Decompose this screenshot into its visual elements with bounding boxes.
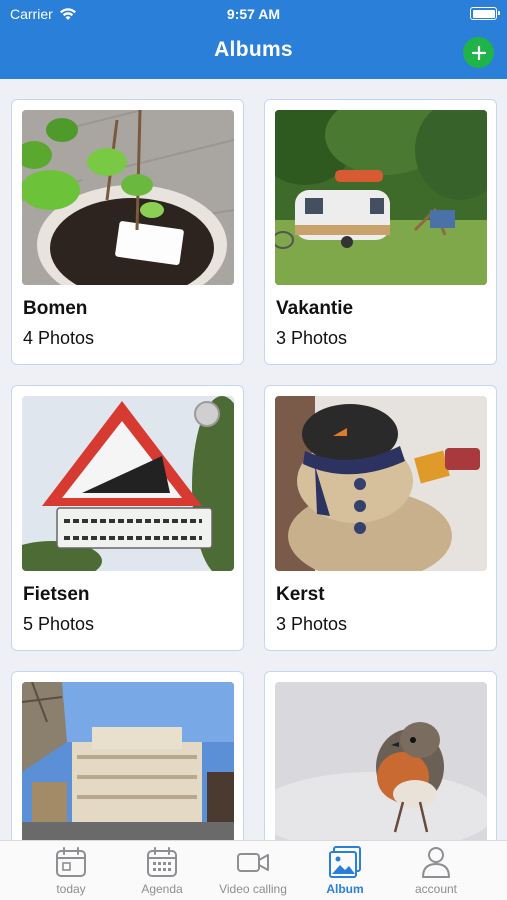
album-card[interactable]	[264, 671, 497, 840]
album-name: Fietsen	[23, 584, 90, 605]
tab-bar: today Agenda Video calling Album account	[0, 840, 507, 900]
album-card[interactable]: Kerst 3 Photos	[264, 385, 497, 651]
tab-label: Album	[326, 882, 364, 896]
tab-label: account	[414, 882, 458, 896]
battery-icon	[470, 7, 500, 20]
album-thumbnail	[275, 110, 487, 285]
album-thumbnail	[275, 682, 487, 840]
page-title: Albums	[214, 38, 293, 61]
album-grid: Bomen 4 Photos Vakantie 3 Photos Fietsen…	[0, 79, 507, 840]
album-photo-count: 3 Photos	[276, 328, 348, 348]
tab-label: Video calling	[219, 882, 287, 896]
album-thumbnail	[22, 682, 234, 840]
status-time: 9:57 AM	[226, 6, 281, 22]
tab-video-calling[interactable]: Video calling	[213, 845, 293, 899]
album-card[interactable]: Bomen 4 Photos	[11, 99, 244, 365]
video-camera-icon	[237, 853, 269, 872]
calendar-day-icon	[56, 847, 86, 877]
tab-label: Agenda	[141, 882, 183, 896]
tab-label: today	[56, 882, 86, 896]
app-header: Carrier 9:57 AM Albums	[0, 0, 507, 79]
status-bar: Carrier 9:57 AM	[0, 0, 507, 28]
album-card[interactable]: Fietsen 5 Photos	[11, 385, 244, 651]
tab-today[interactable]: today	[31, 845, 111, 899]
album-name: Bomen	[23, 298, 88, 319]
photo-album-icon	[329, 846, 361, 878]
album-photo-count: 4 Photos	[23, 328, 95, 348]
album-thumbnail	[22, 110, 234, 285]
tab-album[interactable]: Album	[305, 845, 385, 899]
album-name: Vakantie	[276, 298, 354, 319]
plus-icon	[471, 45, 486, 60]
tab-account[interactable]: account	[396, 845, 476, 899]
album-thumbnail	[275, 396, 487, 571]
album-name: Kerst	[276, 584, 325, 605]
album-card[interactable]: Vakantie 3 Photos	[264, 99, 497, 365]
album-photo-count: 5 Photos	[23, 614, 95, 634]
tab-agenda[interactable]: Agenda	[122, 845, 202, 899]
album-card[interactable]	[11, 671, 244, 840]
album-photo-count: 3 Photos	[276, 614, 348, 634]
person-icon	[422, 847, 450, 878]
album-thumbnail	[22, 396, 234, 571]
add-album-button[interactable]	[463, 37, 494, 68]
calendar-grid-icon	[147, 847, 177, 877]
